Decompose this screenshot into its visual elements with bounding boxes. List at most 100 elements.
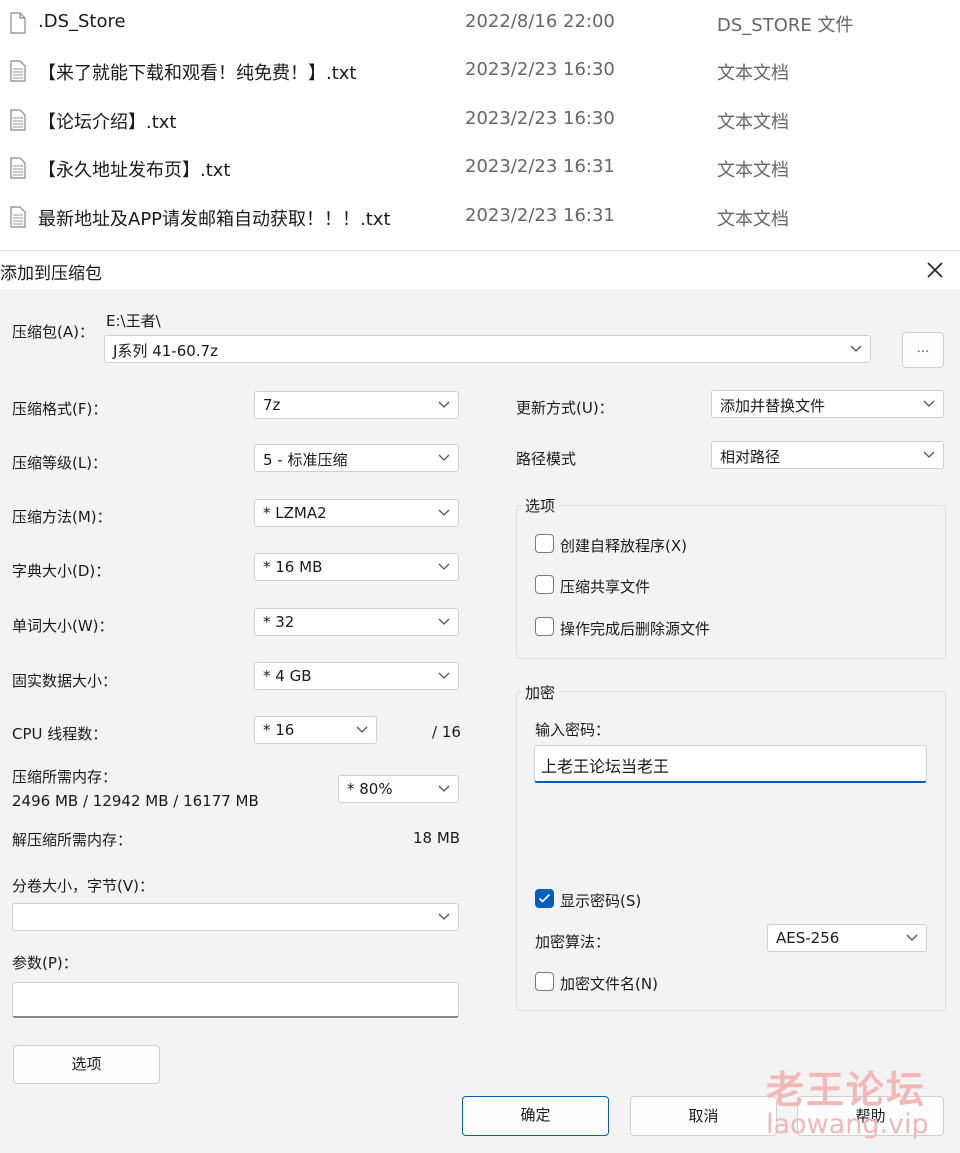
file-type: 文本文档: [717, 112, 789, 133]
dictionary-value: * 16 MB: [263, 558, 323, 576]
file-list: .DS_Store 2022/8/16 22:00 DS_STORE 文件 【来…: [0, 0, 960, 250]
options-button[interactable]: 选项: [13, 1045, 160, 1084]
encryption-method-label: 加密算法：: [535, 933, 611, 951]
text-file-icon: [10, 60, 26, 82]
file-date: 2023/2/23 16:30: [465, 108, 615, 129]
word-size-value: * 32: [263, 613, 295, 631]
chevron-down-icon: [906, 934, 918, 941]
decompress-memory-label: 解压缩所需内存：: [12, 831, 133, 849]
method-label: 压缩方法(M)：: [12, 508, 112, 526]
path-mode-label: 路径模式: [516, 450, 577, 468]
password-value: 上老王论坛当老王: [541, 757, 670, 776]
file-row[interactable]: 【永久地址发布页】.txt 2023/2/23 16:31 文本文档: [0, 145, 960, 193]
password-input[interactable]: 上老王论坛当老王: [534, 745, 927, 783]
chevron-down-icon: [923, 400, 935, 407]
checkmark-icon: [538, 893, 551, 903]
password-label: 输入密码：: [535, 721, 611, 739]
text-file-icon: [10, 157, 26, 179]
params-input[interactable]: [12, 982, 459, 1018]
decompress-memory-value: 18 MB: [413, 829, 461, 847]
dictionary-label: 字典大小(D)：: [12, 562, 111, 580]
cpu-threads-value: * 16: [263, 721, 295, 739]
chevron-down-icon: [438, 509, 450, 516]
shared-files-checkbox[interactable]: [535, 575, 554, 594]
solid-size-value: * 4 GB: [263, 667, 312, 685]
level-label: 压缩等级(L)：: [12, 454, 108, 472]
memory-percent-combo[interactable]: * 80%: [338, 775, 459, 803]
chevron-down-icon: [438, 785, 450, 792]
cancel-button[interactable]: 取消: [630, 1096, 777, 1136]
show-password-label: 显示密码(S): [560, 892, 642, 910]
cpu-threads-label: CPU 线程数：: [12, 725, 108, 743]
encryption-group-title: 加密: [522, 682, 559, 703]
chevron-down-icon: [438, 401, 450, 408]
cpu-threads-max: / 16: [432, 723, 461, 741]
chevron-down-icon: [438, 672, 450, 679]
solid-size-combo[interactable]: * 4 GB: [254, 662, 459, 690]
memory-percent-value: * 80%: [347, 780, 393, 798]
shared-files-label: 压缩共享文件: [560, 578, 651, 596]
word-size-combo[interactable]: * 32: [254, 608, 459, 636]
archive-name-combo[interactable]: J系列 41-60.7z: [104, 335, 871, 363]
file-type: DS_STORE 文件: [717, 15, 854, 36]
file-row[interactable]: 【论坛介绍】.txt 2023/2/23 16:30 文本文档: [0, 97, 960, 145]
file-icon: [10, 12, 26, 34]
file-type: 文本文档: [717, 63, 789, 84]
chevron-down-icon: [438, 563, 450, 570]
file-name: 【论坛介绍】.txt: [38, 112, 177, 133]
file-type: 文本文档: [717, 160, 789, 181]
encrypt-names-checkbox[interactable]: [535, 972, 554, 991]
file-name: 【永久地址发布页】.txt: [38, 160, 231, 181]
dialog-title: 添加到压缩包: [0, 264, 102, 284]
chevron-down-icon: [438, 618, 450, 625]
dictionary-combo[interactable]: * 16 MB: [254, 553, 459, 581]
ok-button[interactable]: 确定: [462, 1096, 609, 1136]
update-mode-combo[interactable]: 添加并替换文件: [711, 390, 944, 418]
title-bar: 添加到压缩包: [0, 251, 960, 289]
watermark-logo: 老王论坛: [766, 1068, 927, 1112]
method-combo[interactable]: * LZMA2: [254, 499, 459, 527]
text-file-icon: [10, 206, 26, 228]
file-date: 2022/8/16 22:00: [465, 11, 615, 32]
close-icon[interactable]: [918, 253, 952, 287]
show-password-checkbox[interactable]: [535, 889, 554, 908]
level-combo[interactable]: 5 - 标准压缩: [254, 444, 459, 472]
file-row[interactable]: .DS_Store 2022/8/16 22:00 DS_STORE 文件: [0, 0, 960, 48]
level-value: 5 - 标准压缩: [263, 451, 348, 469]
watermark-url: laowang.vip: [766, 1109, 929, 1140]
archive-name-value: J系列 41-60.7z: [113, 342, 218, 360]
format-combo[interactable]: 7z: [254, 391, 459, 419]
format-label: 压缩格式(F)：: [12, 400, 108, 418]
file-row[interactable]: 最新地址及APP请发邮箱自动获取！！！.txt 2023/2/23 16:31 …: [0, 194, 960, 242]
word-size-label: 单词大小(W)：: [12, 617, 114, 635]
chevron-down-icon: [438, 913, 450, 920]
browse-button[interactable]: ...: [902, 332, 944, 368]
file-date: 2023/2/23 16:31: [465, 156, 615, 177]
sfx-checkbox[interactable]: [535, 534, 554, 553]
delete-source-checkbox[interactable]: [535, 617, 554, 636]
add-to-archive-dialog: 添加到压缩包 压缩包(A)： E:\王者\ J系列 41-60.7z ... 压…: [0, 250, 960, 1153]
archive-label: 压缩包(A)：: [12, 323, 94, 341]
method-value: * LZMA2: [263, 504, 327, 522]
encryption-method-combo[interactable]: AES-256: [767, 924, 927, 952]
encrypt-names-label: 加密文件名(N): [560, 975, 658, 993]
file-date: 2023/2/23 16:31: [465, 205, 615, 226]
file-date: 2023/2/23 16:30: [465, 59, 615, 80]
memory-label: 压缩所需内存：: [12, 768, 118, 786]
chevron-down-icon: [356, 726, 368, 733]
path-mode-value: 相对路径: [720, 448, 781, 466]
file-type: 文本文档: [717, 209, 789, 230]
volume-size-combo[interactable]: [12, 903, 459, 931]
path-mode-combo[interactable]: 相对路径: [711, 441, 944, 469]
update-mode-label: 更新方式(U)：: [516, 399, 614, 417]
cpu-threads-combo[interactable]: * 16: [254, 716, 377, 744]
file-row[interactable]: 【来了就能下载和观看！纯免费！】.txt 2023/2/23 16:30 文本文…: [0, 48, 960, 96]
delete-source-label: 操作完成后删除源文件: [560, 620, 711, 638]
text-file-icon: [10, 109, 26, 131]
params-label: 参数(P)：: [12, 954, 78, 972]
file-name: .DS_Store: [38, 11, 126, 32]
volume-label: 分卷大小，字节(V)：: [12, 877, 154, 895]
file-name: 【来了就能下载和观看！纯免费！】.txt: [38, 63, 357, 84]
encryption-method-value: AES-256: [776, 929, 840, 947]
file-name: 最新地址及APP请发邮箱自动获取！！！.txt: [38, 209, 391, 230]
